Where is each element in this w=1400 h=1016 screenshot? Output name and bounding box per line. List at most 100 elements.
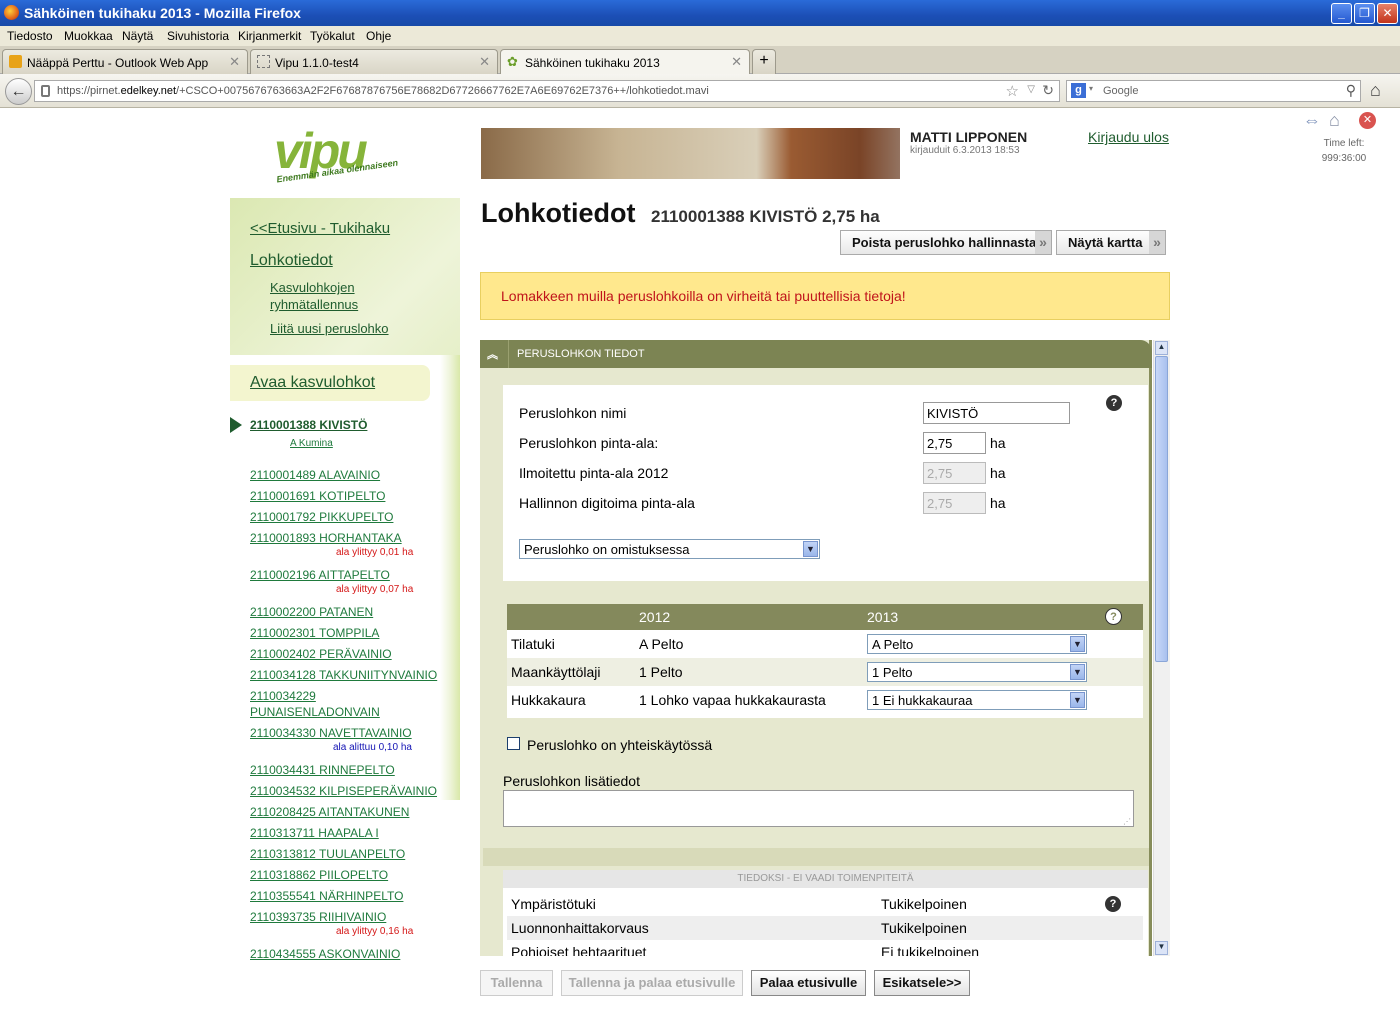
home-icon[interactable]: ⌂: [1370, 80, 1381, 101]
firefox-icon: [4, 5, 19, 20]
plot-link[interactable]: 2110313711 HAAPALA I: [250, 826, 379, 840]
plot-link[interactable]: 2110318862 PIILOPELTO: [250, 868, 388, 882]
ownership-select[interactable]: Peruslohko on omistuksessa ▼: [519, 539, 820, 559]
area-note: ala alittuu 0,10 ha: [333, 742, 412, 753]
preview-button[interactable]: Esikatsele>>: [874, 970, 970, 996]
name-input[interactable]: KIVISTÖ: [923, 402, 1070, 424]
lohkotiedot-link[interactable]: Lohkotiedot: [250, 252, 333, 270]
extra-info-textarea[interactable]: ⋰: [503, 790, 1134, 827]
save-button[interactable]: Tallenna: [480, 970, 553, 996]
plot-link[interactable]: 2110034532 KILPISEPERÄVAINIO: [250, 784, 437, 798]
home-icon[interactable]: ⌂: [1329, 110, 1340, 131]
collapse-icon[interactable]: ︽: [487, 346, 498, 362]
plot-link[interactable]: 2110001792 PIKKUPELTO: [250, 510, 393, 524]
vipu-logo[interactable]: vipu Enemmän aikaa olennaiseen: [272, 114, 422, 194]
plot-link[interactable]: 2110002402 PERÄVAINIO: [250, 647, 392, 661]
group-save-link-1[interactable]: Kasvulohkojen: [270, 280, 355, 295]
close-icon[interactable]: ✕: [1359, 112, 1376, 129]
close-tab-icon[interactable]: ✕: [731, 54, 742, 70]
search-box[interactable]: g ▾ Google ⚲: [1066, 80, 1361, 102]
tab-bar: Nääppä Perttu - Outlook Web App ✕ Vipu 1…: [0, 46, 1400, 75]
plot-link[interactable]: 2110034431 RINNEPELTO: [250, 763, 395, 777]
select-value: 1 Ei hukkakauraa: [872, 693, 973, 708]
panel-header[interactable]: ︽ PERUSLOHKON TIEDOT: [480, 340, 1152, 368]
menu-history[interactable]: Sivuhistoria: [167, 29, 229, 43]
search-icon[interactable]: ⚲: [1346, 82, 1356, 99]
plot-link[interactable]: 2110355541 NÄRHINPELTO: [250, 889, 403, 903]
help-icon[interactable]: ?: [1105, 896, 1121, 912]
chevron-down-icon: ▼: [803, 541, 818, 557]
current-plot-link[interactable]: 2110001388 KIVISTÖ: [250, 418, 367, 432]
url-bar[interactable]: https://pirnet.edelkey.net/+CSCO+0075676…: [34, 80, 1060, 102]
plot-link[interactable]: 2110002200 PATANEN: [250, 605, 373, 619]
menu-help[interactable]: Ohje: [366, 29, 391, 43]
plot-link[interactable]: 2110034128 TAKKUNIITYNVAINIO: [250, 668, 437, 682]
menu-view[interactable]: Näytä: [122, 29, 153, 43]
plot-link[interactable]: 2110001489 ALAVAINIO: [250, 468, 380, 482]
resize-grip-icon[interactable]: ⋰: [1123, 817, 1131, 826]
unit-label: ha: [990, 435, 1006, 451]
row-value: Tukikelpoinen: [881, 896, 967, 912]
plot-link[interactable]: 2110001691 KOTIPELTO: [250, 489, 385, 503]
plot-link[interactable]: 2110002196 AITTAPELTO: [250, 568, 390, 582]
row-label: Luonnonhaittakorvaus: [511, 920, 649, 936]
attach-new-link[interactable]: Liitä uusi peruslohko: [270, 321, 389, 336]
group-save-link-2[interactable]: ryhmätallennus: [270, 297, 358, 312]
menu-bookmarks[interactable]: Kirjanmerkit: [238, 29, 301, 43]
chevron-down-icon: ▼: [1070, 636, 1085, 652]
help-icon[interactable]: ?: [1105, 608, 1122, 625]
area-input[interactable]: 2,75: [923, 432, 986, 454]
remove-plot-button[interactable]: Poista peruslohko hallinnasta»: [840, 230, 1052, 255]
bookmark-star-icon[interactable]: ☆: [1006, 82, 1019, 100]
plot-link[interactable]: 2110208425 AITANTAKUNEN: [250, 805, 409, 819]
ownership-value: Peruslohko on omistuksessa: [524, 542, 690, 557]
scroll-down-icon[interactable]: ▼: [1155, 941, 1168, 955]
current-plot-sub[interactable]: A Kumina: [290, 438, 333, 449]
return-button[interactable]: Palaa etusivulle: [751, 970, 866, 996]
shared-use-checkbox[interactable]: [507, 737, 520, 750]
minimize-button[interactable]: _: [1331, 3, 1352, 24]
page-icon: [257, 55, 270, 68]
help-icon[interactable]: ?: [1106, 395, 1122, 411]
google-icon[interactable]: g: [1071, 83, 1086, 98]
logout-link[interactable]: Kirjaudu ulos: [1088, 129, 1169, 145]
plot-link-line2[interactable]: PUNAISENLADONVAIN: [250, 705, 380, 719]
save-and-return-button[interactable]: Tallenna ja palaa etusivulle: [561, 970, 743, 996]
sidebar-decoration: [440, 355, 460, 800]
close-tab-icon[interactable]: ✕: [229, 54, 240, 70]
plot-link[interactable]: 2110393735 RIIHIVAINIO: [250, 910, 386, 924]
plot-link[interactable]: 2110034330 NAVETTAVAINIO: [250, 726, 412, 740]
back-button[interactable]: ←: [5, 78, 32, 105]
menu-file[interactable]: Tiedosto: [7, 29, 53, 43]
menu-bar: Tiedosto Muokkaa Näytä Sivuhistoria Kirj…: [0, 26, 1400, 46]
new-tab-button[interactable]: +: [752, 49, 776, 74]
close-window-button[interactable]: ✕: [1377, 3, 1398, 24]
engine-dropdown-icon[interactable]: ▾: [1089, 84, 1093, 93]
menu-tools[interactable]: Työkalut: [310, 29, 355, 43]
history-dropdown-icon[interactable]: ▽: [1027, 84, 1035, 95]
tab-vipu[interactable]: Vipu 1.1.0-test4 ✕: [250, 49, 498, 74]
maximize-button[interactable]: ❐: [1354, 3, 1375, 24]
close-tab-icon[interactable]: ✕: [479, 54, 490, 70]
table-header: 2012 2013 ?: [507, 604, 1143, 630]
plot-link[interactable]: 2110434555 ASKONVAINIO: [250, 947, 400, 961]
scroll-up-icon[interactable]: ▲: [1155, 341, 1168, 355]
plot-link[interactable]: 2110001893 HORHANTAKA: [250, 531, 402, 545]
tilatuki-select[interactable]: A Pelto ▼: [867, 634, 1087, 654]
nav-arrows-icon[interactable]: ⇔: [1303, 110, 1321, 131]
wild-oat-select[interactable]: 1 Ei hukkakauraa ▼: [867, 690, 1087, 710]
reload-icon[interactable]: ↻: [1042, 82, 1054, 99]
tab-outlook[interactable]: Nääppä Perttu - Outlook Web App ✕: [2, 49, 248, 74]
plot-link[interactable]: 2110034229: [250, 689, 316, 703]
menu-edit[interactable]: Muokkaa: [64, 29, 113, 43]
table-row: Maankäyttölaji 1 Pelto 1 Pelto ▼: [507, 658, 1143, 686]
plot-link[interactable]: 2110313812 TUULANPELTO: [250, 847, 405, 861]
front-page-link[interactable]: <<Etusivu - Tukihaku: [250, 220, 390, 237]
land-use-select[interactable]: 1 Pelto ▼: [867, 662, 1087, 682]
open-growth-plots[interactable]: Avaa kasvulohkot: [230, 365, 430, 401]
show-map-button[interactable]: Näytä kartta »: [1056, 230, 1166, 255]
tab-tukihaku[interactable]: ✿ Sähköinen tukihaku 2013 ✕: [500, 49, 750, 75]
scrollbar-thumb[interactable]: [1155, 356, 1168, 662]
area-note: ala ylittyy 0,07 ha: [336, 584, 414, 595]
plot-link[interactable]: 2110002301 TOMPPILA: [250, 626, 379, 640]
